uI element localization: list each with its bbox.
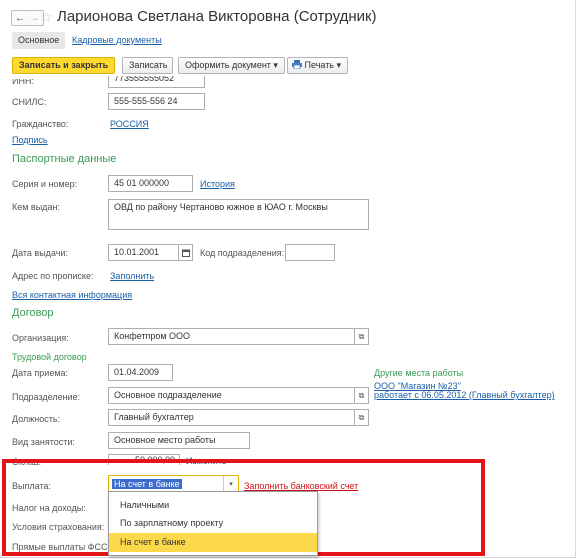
print-button-label: Печать ▾ [304,60,342,70]
labor-contract-label: Трудовой договор [12,352,87,362]
arrow-left-icon: ← [15,13,25,24]
save-and-close-button[interactable]: Записать и закрыть [12,57,116,74]
signature-link[interactable]: Подпись [12,135,48,145]
arrow-right-icon: → [29,13,40,24]
payment-dropdown[interactable]: Наличными По зарплатному проекту На счет… [108,491,318,556]
calendar-button[interactable] [179,244,193,261]
passport-section-header: Паспортные данные [12,153,117,165]
issue-date-label: Дата выдачи: [12,248,68,258]
address-fill-link[interactable]: Заполнить [110,271,154,281]
department-label: Подразделение: [12,392,81,402]
division-code-label: Код подразделения: [200,248,285,258]
dropdown-option-cash[interactable]: Наличными [109,496,317,515]
printer-icon [292,60,302,70]
issue-date-field[interactable]: 10.01.2001 [108,244,179,261]
other-job-details-link[interactable]: работает с 06.05.2012 (Главный бухгалтер… [374,390,555,400]
position-open-button[interactable]: ⧉ [355,409,369,426]
address-label: Адрес по прописке: [12,271,94,281]
department-field[interactable]: Основное подразделение [108,387,355,404]
passport-series-field[interactable]: 45 01 000000 [108,175,193,192]
issued-by-label: Кем выдан: [12,202,60,212]
print-button[interactable]: Печать ▾ [287,57,349,74]
window-title: Ларионова Светлана Викторовна (Сотрудник… [57,8,377,25]
all-contacts-link[interactable]: Вся контактная информация [12,290,132,300]
dropdown-option-bank-account[interactable]: На счет в банке [109,533,317,552]
position-label: Должность: [12,414,61,424]
citizenship-label: Гражданство: [12,119,69,129]
open-icon: ⧉ [358,413,365,422]
passport-series-label: Серия и номер: [12,179,78,189]
open-icon: ⧉ [358,391,365,400]
organization-label: Организация: [12,333,69,343]
hire-date-field[interactable]: 01.04.2009 [108,364,173,381]
favorite-star-icon[interactable]: ☆ [40,9,53,26]
issue-document-button[interactable]: Оформить документ ▾ [178,57,285,74]
save-button[interactable]: Записать [122,57,173,74]
organization-field[interactable]: Конфетпром ООО [108,328,355,345]
hire-date-label: Дата приема: [12,368,69,378]
inn-field[interactable]: 773555555052 [108,76,205,88]
other-jobs-label: Другие места работы [374,368,464,378]
division-code-field[interactable] [285,244,335,261]
tab-hr-documents[interactable]: Кадровые документы [72,32,162,49]
employment-type-label: Вид занятости: [12,437,75,447]
department-open-button[interactable]: ⧉ [355,387,369,404]
organization-open-button[interactable]: ⧉ [355,328,369,345]
open-icon: ⧉ [358,332,365,341]
passport-history-link[interactable]: История [200,179,235,189]
dropdown-option-salary-project[interactable]: По зарплатному проекту [109,514,317,533]
employment-type-field[interactable]: Основное место работы [108,432,250,449]
issued-by-field[interactable]: ОВД по району Чертаново южное в ЮАО г. М… [108,199,369,230]
inn-label: ИНН: [12,79,34,86]
citizenship-link[interactable]: РОССИЯ [110,119,149,129]
snils-label: СНИЛС: [12,97,47,107]
calendar-icon [181,249,190,257]
contract-section-header: Договор [12,307,54,319]
position-field[interactable]: Главный бухгалтер [108,409,355,426]
tab-main[interactable]: Основное [12,32,66,49]
snils-field[interactable]: 555-555-556 24 [108,93,205,110]
